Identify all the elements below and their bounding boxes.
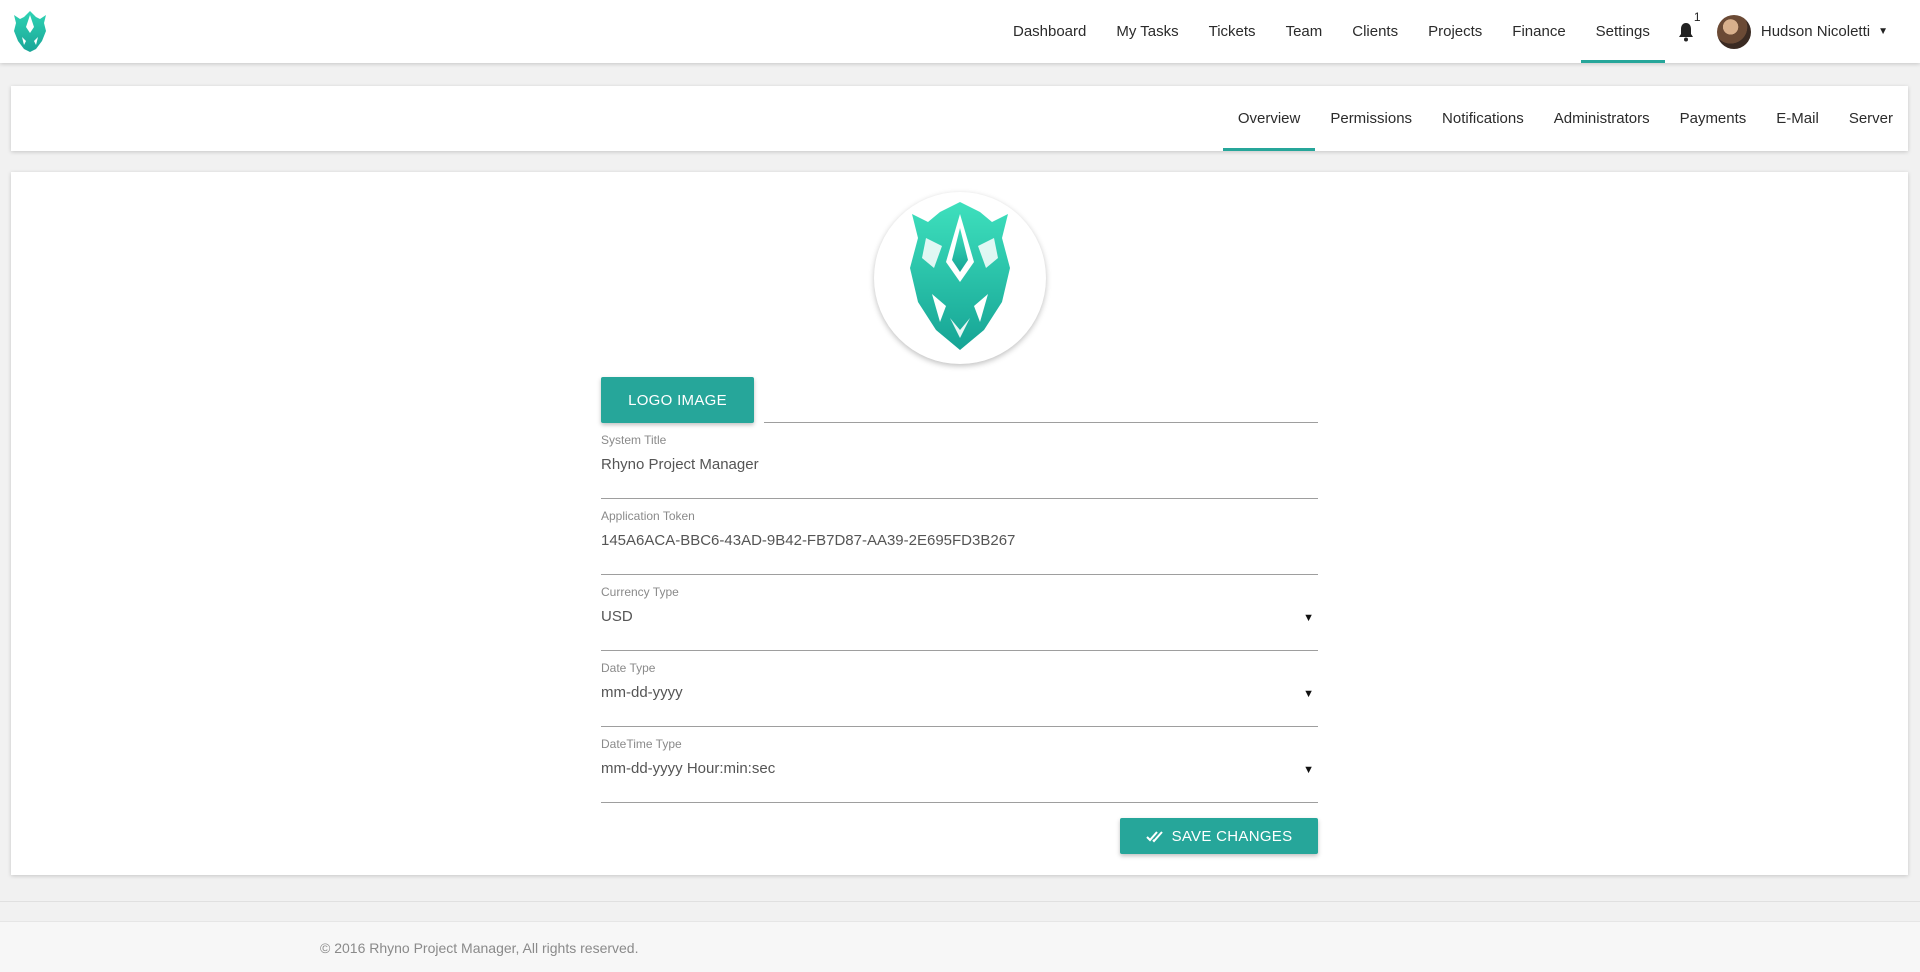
currency-select[interactable]: Currency Type USD ▼ [601,575,1318,651]
logo-path-field[interactable] [764,377,1318,423]
tab-email[interactable]: E-Mail [1761,86,1834,151]
nav-projects[interactable]: Projects [1413,0,1497,63]
notification-count: 1 [1693,10,1701,24]
rhino-logo-icon[interactable] [8,9,52,53]
date-type-select[interactable]: Date Type mm-dd-yyyy ▼ [601,651,1318,727]
app-token-label: Application Token [601,509,695,523]
settings-tabs: Overview Permissions Notifications Admin… [1222,86,1908,151]
datetime-type-value: mm-dd-yyyy Hour:min:sec [601,760,776,777]
datetime-type-select[interactable]: DateTime Type mm-dd-yyyy Hour:min:sec ▼ [601,727,1318,803]
currency-label: Currency Type [601,585,679,599]
nav-my-tasks[interactable]: My Tasks [1101,0,1193,63]
user-name: Hudson Nicoletti [1760,23,1871,40]
copyright-text: © 2016 Rhyno Project Manager, All rights… [320,940,639,956]
rhino-logo-icon [910,202,1010,350]
system-title-field[interactable]: System Title Rhyno Project Manager [601,423,1318,499]
save-changes-button[interactable]: SAVE CHANGES [1120,818,1318,854]
app-token-input[interactable]: 145A6ACA-BBC6-43AD-9B42-FB7D87-AA39-2E69… [601,532,1015,549]
tab-administrators[interactable]: Administrators [1539,86,1665,151]
settings-subnav: Overview Permissions Notifications Admin… [11,86,1908,151]
main-nav: Dashboard My Tasks Tickets Team Clients … [998,0,1920,63]
chevron-down-icon: ▼ [1303,612,1314,624]
nav-clients[interactable]: Clients [1337,0,1413,63]
user-menu[interactable]: Hudson Nicoletti ▼ [1716,0,1920,63]
settings-card: LOGO IMAGE System Title Rhyno Project Ma… [11,172,1908,875]
date-type-label: Date Type [601,661,656,675]
tab-overview[interactable]: Overview [1222,86,1316,151]
nav-dashboard[interactable]: Dashboard [998,0,1101,63]
nav-team[interactable]: Team [1271,0,1338,63]
tab-server[interactable]: Server [1834,86,1908,151]
chevron-down-icon: ▼ [1878,26,1888,37]
chevron-down-icon: ▼ [1303,688,1314,700]
nav-settings[interactable]: Settings [1580,0,1666,63]
avatar [1716,14,1751,49]
save-row: SAVE CHANGES [601,818,1318,854]
date-type-value: mm-dd-yyyy [601,684,683,701]
tab-payments[interactable]: Payments [1665,86,1762,151]
system-logo-preview [874,192,1046,364]
datetime-type-label: DateTime Type [601,737,682,751]
notifications-button[interactable]: 1 [1665,0,1717,63]
save-changes-label: SAVE CHANGES [1171,827,1293,845]
logo-image-button[interactable]: LOGO IMAGE [601,377,754,423]
bell-icon [1678,22,1693,41]
top-navbar: Dashboard My Tasks Tickets Team Clients … [0,0,1920,63]
footer: © 2016 Rhyno Project Manager, All rights… [0,921,1920,972]
nav-tickets[interactable]: Tickets [1194,0,1271,63]
tab-notifications[interactable]: Notifications [1427,86,1539,151]
logo-upload-row: LOGO IMAGE [601,377,1318,423]
nav-finance[interactable]: Finance [1497,0,1580,63]
system-title-label: System Title [601,433,667,447]
chevron-down-icon: ▼ [1303,764,1314,776]
footer-divider [0,901,1920,902]
system-title-input[interactable]: Rhyno Project Manager [601,456,759,473]
currency-value: USD [601,608,633,625]
app-token-field[interactable]: Application Token 145A6ACA-BBC6-43AD-9B4… [601,499,1318,575]
tab-permissions[interactable]: Permissions [1315,86,1427,151]
overview-form: LOGO IMAGE System Title Rhyno Project Ma… [601,377,1318,854]
double-check-icon [1145,831,1163,843]
